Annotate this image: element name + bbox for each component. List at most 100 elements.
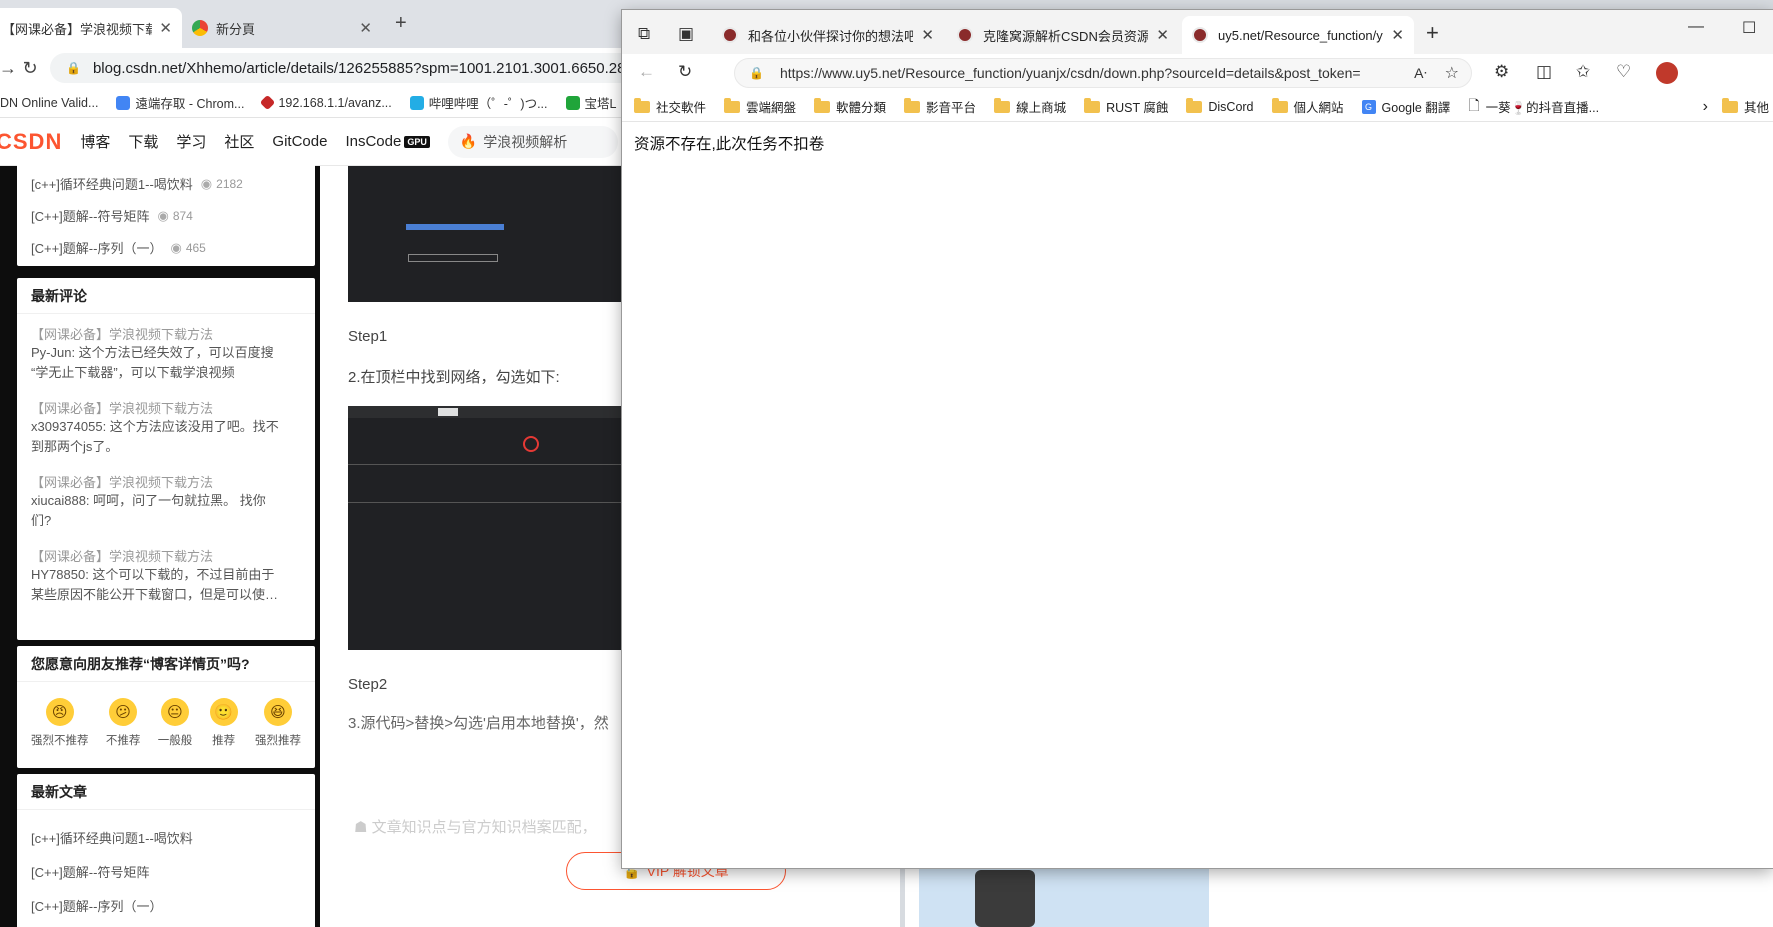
- comments-heading: 最新评论: [17, 278, 315, 314]
- folder-icon: [1186, 97, 1203, 113]
- favorites-folder[interactable]: 影音平台: [904, 97, 976, 116]
- edge-tab-title: uy5.net/Resource_function/yuanj: [1218, 27, 1383, 43]
- latest-article-link[interactable]: [C++]题解--序列（一）: [17, 896, 176, 915]
- favorites-link[interactable]: 🗋 一葵🍷的抖音直播...: [1468, 95, 1599, 119]
- comment-item[interactable]: 【网课必备】学浪视频下载方法 Py-Jun: 这个方法已经失效了，可以百度搜 “…: [17, 324, 315, 383]
- bg-tab-newtab[interactable]: 新分頁 ✕: [182, 8, 382, 48]
- edge-toolbar: ← ↻ 🔒 https://www.uy5.net/Resource_funct…: [622, 54, 1773, 92]
- bookmark-label: DN Online Valid...: [0, 95, 99, 110]
- nav-inscode-label: InsCode: [345, 133, 402, 150]
- rating-neutral[interactable]: 😐 一般般: [158, 698, 192, 748]
- edge-address-bar[interactable]: 🔒 https://www.uy5.net/Resource_function/…: [734, 58, 1472, 88]
- site-favicon-icon: [722, 27, 738, 43]
- latest-article-link[interactable]: [c++]循环经典问题1--喝饮料: [17, 828, 207, 847]
- maximize-button[interactable]: ☐: [1742, 18, 1756, 38]
- close-icon[interactable]: ✕: [159, 19, 172, 37]
- edge-tab-title: 克隆窝源解析CSDN会员资源代下: [983, 28, 1149, 44]
- folder-label: 個人網站: [1293, 101, 1344, 115]
- edge-tab-1[interactable]: 和各位小伙伴探讨你的想法吧 | 芳 ✕: [712, 16, 944, 54]
- latest-article-link[interactable]: [C++]题解--符号矩阵: [17, 862, 163, 881]
- extensions-icon[interactable]: ⚙: [1494, 62, 1509, 82]
- hot-articles-card: [c++]循环经典问题1--喝饮料 ◉ 2182 [C++]题解--符号矩阵 ◉ 8…: [17, 160, 315, 266]
- comment-item[interactable]: 【网课必备】学浪视频下载方法 x309374055: 这个方法应该没用了吧。找不…: [17, 398, 315, 457]
- comment-text: 们?: [31, 513, 52, 528]
- rating-strongly-disagree[interactable]: 😠 强烈不推荐: [31, 698, 89, 748]
- rating-strongly-agree[interactable]: 😆 强烈推荐: [255, 698, 301, 748]
- hot-article-item[interactable]: [C++]题解--序列（一） ◉ 465: [17, 238, 220, 257]
- folder-icon: [904, 97, 921, 113]
- more-favorites-chevron-icon[interactable]: ›: [1703, 98, 1708, 116]
- favorites-folder[interactable]: 軟體分類: [814, 97, 886, 116]
- other-favorites-folder[interactable]: 其他: [1721, 97, 1769, 116]
- folder-icon: [724, 97, 741, 113]
- bookmark-item[interactable]: 哔哩哔哩（゜-゜)つ...: [409, 93, 548, 112]
- split-screen-icon[interactable]: ◫: [1536, 62, 1552, 82]
- close-icon[interactable]: ✕: [1391, 26, 1404, 44]
- bookmark-item[interactable]: 192.168.1.1/avanz...: [260, 94, 392, 111]
- new-tab-button[interactable]: +: [1426, 20, 1439, 46]
- hot-article-item[interactable]: [c++]循环经典问题1--喝饮料 ◉ 2182: [17, 174, 257, 193]
- comment-text: HY78850: 这个可以下载的，不过目前由于: [31, 567, 275, 582]
- comment-item[interactable]: 【网课必备】学浪视频下载方法 HY78850: 这个可以下载的，不过目前由于 某…: [17, 546, 315, 605]
- rating-disagree[interactable]: 😕 不推荐: [106, 698, 140, 748]
- workspaces-icon[interactable]: ⧉: [638, 24, 650, 44]
- bg-url-text: blog.csdn.net/Xhhemo/article/details/126…: [92, 59, 626, 77]
- favorites-folder[interactable]: 社交軟件: [634, 97, 706, 116]
- close-icon[interactable]: ✕: [1156, 26, 1169, 44]
- devtools-network-screenshot: [348, 406, 648, 650]
- favorites-folder[interactable]: 個人網站: [1271, 97, 1344, 116]
- devtools-divider: [348, 464, 648, 465]
- hot-article-item[interactable]: [C++]题解--符号矩阵 ◉ 874: [17, 206, 207, 225]
- vertical-tabs-icon[interactable]: ▣: [678, 24, 694, 44]
- minimize-button[interactable]: —: [1688, 18, 1704, 36]
- rating-agree[interactable]: 🙂 推荐: [209, 698, 238, 748]
- close-icon[interactable]: ✕: [359, 19, 372, 37]
- comment-article: 【网课必备】学浪视频下载方法: [31, 475, 214, 490]
- bookmark-item[interactable]: DN Online Valid...: [0, 96, 98, 110]
- new-tab-button[interactable]: +: [395, 12, 407, 35]
- nav-community[interactable]: 社区: [224, 131, 254, 152]
- back-arrow-icon[interactable]: ←: [638, 62, 655, 82]
- comment-text: “学无止下载器”，可以下载学浪视频: [31, 365, 235, 380]
- nav-blog[interactable]: 博客: [80, 131, 110, 152]
- nav-learn[interactable]: 学习: [176, 131, 206, 152]
- eye-icon: ◉: [200, 175, 213, 191]
- favorites-folder[interactable]: DisCord: [1186, 97, 1254, 114]
- nav-gitcode[interactable]: GitCode: [272, 133, 327, 150]
- bookmark-item[interactable]: 遠端存取 - Chrom...: [116, 93, 244, 112]
- reload-icon[interactable]: ↻: [16, 54, 44, 82]
- reload-icon[interactable]: ↻: [678, 62, 692, 82]
- favorites-folder[interactable]: 雲端網盤: [724, 97, 796, 116]
- edge-tab-strip: ⧉ ▣ 和各位小伙伴探讨你的想法吧 | 芳 ✕ 克隆窝源解析CSDN会员资源代下…: [622, 10, 1773, 54]
- red-circle-annotation: [523, 436, 539, 452]
- csdn-search-box[interactable]: 🔥 学浪视频解析: [447, 125, 618, 158]
- csdn-logo[interactable]: CSDN: [0, 129, 62, 155]
- comment-text: 到那两个js了。: [31, 439, 119, 454]
- comment-text: xiucai888: 呵呵，问了一句就拉黑。 找你: [31, 493, 266, 508]
- confused-face-icon: 😕: [109, 698, 138, 726]
- favorites-folder[interactable]: RUST 腐蝕: [1084, 97, 1168, 116]
- close-icon[interactable]: ✕: [921, 26, 934, 44]
- edge-tab-2[interactable]: 克隆窝源解析CSDN会员资源代下 ✕: [947, 16, 1179, 54]
- bg-tab-title: 【网课必备】学浪视频下载方法: [2, 21, 152, 37]
- favorites-icon[interactable]: ✩: [1576, 62, 1590, 82]
- favorites-folder[interactable]: 線上商城: [994, 97, 1066, 116]
- favorite-star-icon[interactable]: ☆: [1445, 63, 1459, 83]
- edge-tab-3[interactable]: uy5.net/Resource_function/yuanj ✕: [1182, 16, 1414, 54]
- bookmark-item[interactable]: 宝塔L: [565, 93, 616, 112]
- underlying-phone-image: [975, 870, 1035, 927]
- edge-favorites-bar: 社交軟件 雲端網盤 軟體分類 影音平台 線上商城 RUST 腐蝕 DisCord…: [622, 92, 1773, 122]
- nav-inscode[interactable]: InsCode GPU: [345, 133, 430, 150]
- rating-label: 强烈不推荐: [31, 735, 89, 747]
- favorites-link[interactable]: G Google 翻譯: [1361, 97, 1450, 116]
- edge-tab-title: 和各位小伙伴探讨你的想法吧 | 芳: [748, 28, 914, 44]
- comment-item[interactable]: 【网课必备】学浪视频下载方法 xiucai888: 呵呵，问了一句就拉黑。 找你…: [17, 472, 315, 531]
- nav-download[interactable]: 下载: [128, 131, 158, 152]
- folder-label: 線上商城: [1016, 101, 1067, 115]
- latest-articles-card: 最新文章 [c++]循环经典问题1--喝饮料 [C++]题解--符号矩阵 [C+…: [17, 774, 315, 927]
- underlying-page-strip: [905, 868, 1773, 927]
- profile-avatar[interactable]: [1656, 62, 1678, 84]
- bg-tab-article[interactable]: 【网课必备】学浪视频下载方法 ✕: [0, 8, 182, 48]
- read-aloud-icon[interactable]: Aᐧ: [1414, 65, 1427, 82]
- browser-essentials-icon[interactable]: ♡: [1616, 62, 1631, 82]
